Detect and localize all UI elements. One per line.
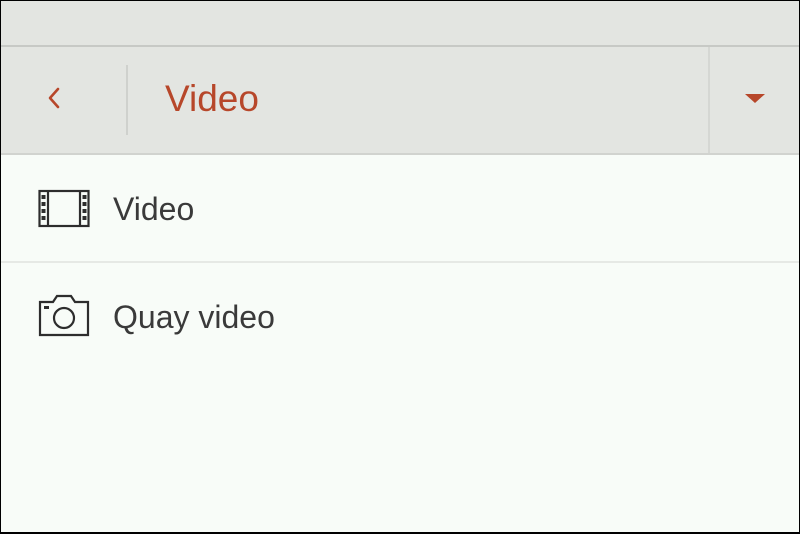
- menu-item-label: Quay video: [113, 299, 275, 335]
- menu-item-video[interactable]: Video: [1, 155, 799, 263]
- camera-icon: [38, 293, 90, 342]
- chevron-left-icon: [48, 81, 66, 120]
- menu-item-label: Video: [113, 191, 195, 227]
- menu-item-record-video[interactable]: Quay video: [1, 263, 799, 370]
- app-window: Video Video Quay video: [1, 1, 799, 532]
- panel-header: Video: [1, 47, 799, 155]
- header-divider: [126, 65, 128, 135]
- caret-down-icon: [743, 90, 767, 111]
- top-strip: [1, 1, 799, 47]
- page-title: Video: [165, 78, 259, 119]
- film-strip-icon: [38, 189, 90, 234]
- dropdown-button[interactable]: [710, 47, 799, 153]
- back-button[interactable]: [1, 47, 127, 153]
